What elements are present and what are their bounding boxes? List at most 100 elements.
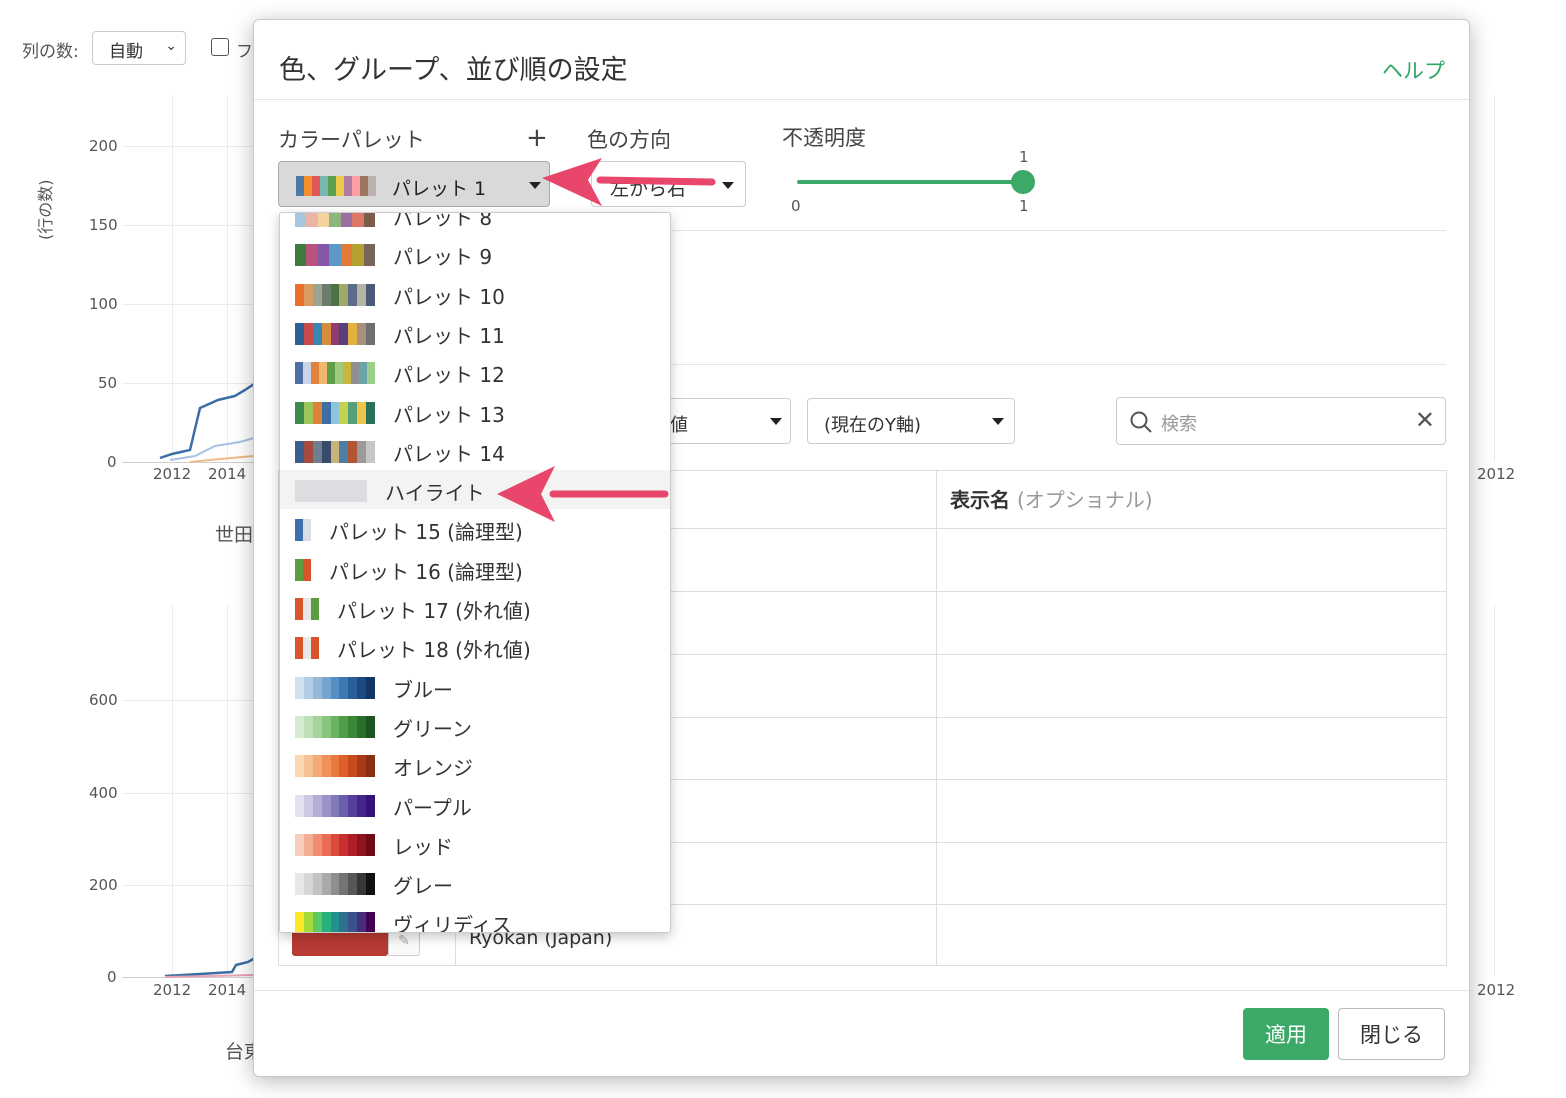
x-tick: 2014 — [208, 465, 247, 483]
grid-line — [122, 146, 254, 147]
close-button[interactable]: 閉じる — [1338, 1008, 1445, 1060]
swatch-color-block — [295, 213, 307, 227]
swatch-color-block — [363, 213, 375, 227]
palette-swatch — [295, 873, 375, 896]
palette-option[interactable]: パープル — [280, 785, 670, 824]
swatch-color-block — [295, 283, 304, 306]
palette-option[interactable]: グリーン — [280, 706, 670, 745]
facet-title: 世田 — [215, 524, 254, 546]
swatch-color-block — [319, 362, 327, 385]
swatch-color-block — [295, 912, 304, 932]
swatch-color-block — [303, 283, 313, 306]
palette-option[interactable]: パレット 16 (論理型) — [280, 549, 670, 588]
swatch-color-block — [339, 440, 349, 463]
swatch-color-block — [348, 912, 358, 932]
swatch-color-block — [357, 715, 366, 738]
palette-option[interactable]: グレー — [280, 863, 670, 902]
swatch-color-block — [303, 755, 313, 778]
palette-option-label: パレット 10 — [393, 284, 505, 309]
x-tick: 2014 — [208, 981, 247, 999]
swatch-color-block — [321, 794, 331, 817]
swatch-color-block — [348, 715, 358, 738]
grid-line — [122, 225, 254, 226]
swatch-color-block — [321, 676, 331, 699]
palette-option-label: パレット 8 — [393, 212, 493, 230]
swatch-color-block — [306, 244, 318, 267]
palette-swatch — [295, 912, 375, 932]
swatch-color-block — [312, 322, 322, 345]
swatch-color-block — [330, 283, 340, 306]
clear-search-icon[interactable]: ✕ — [1415, 406, 1435, 434]
palette-option[interactable]: パレット 17 (外れ値) — [280, 588, 670, 627]
palette-option-label: パープル — [393, 795, 472, 820]
palette-dropdown-list[interactable]: パレット 8 パレット 9 パレット 10 パレット 11 パレット 12 パレット 13… — [279, 212, 671, 933]
palette-option-label: グリーン — [393, 716, 472, 741]
swatch-color-block — [320, 176, 328, 196]
palette-swatch — [295, 322, 375, 345]
columns-select[interactable]: 自動 ⌄ — [92, 31, 186, 65]
sort-by-select[interactable]: 値 — [655, 398, 791, 444]
swatch-color-block — [312, 676, 322, 699]
swatch-color-block — [348, 440, 358, 463]
palette-swatch — [295, 362, 375, 385]
search-input[interactable]: 検索 — [1161, 410, 1197, 436]
palette-select[interactable]: パレット 1 — [278, 161, 550, 207]
axis-select[interactable]: (現在のY軸) — [807, 398, 1015, 444]
palette-option[interactable]: ヴィリディス — [280, 902, 670, 932]
swatch-color-block — [303, 715, 313, 738]
palette-option[interactable]: パレット 10 — [280, 274, 670, 313]
swatch-color-block — [357, 322, 366, 345]
grid-line — [1494, 95, 1495, 462]
palette-option[interactable]: オレンジ — [280, 745, 670, 784]
palette-option-label: オレンジ — [393, 756, 473, 781]
add-palette-button[interactable]: + — [526, 123, 548, 153]
swatch-color-block — [357, 794, 366, 817]
swatch-color-block — [348, 755, 358, 778]
palette-option[interactable]: パレット 18 (外れ値) — [280, 627, 670, 666]
swatch-color-block — [348, 794, 358, 817]
palette-swatch — [295, 794, 375, 817]
swatch-color-block — [357, 873, 366, 896]
swatch-color-block — [330, 755, 340, 778]
grid-line — [122, 304, 254, 305]
x-tick: 2012 — [1477, 981, 1516, 999]
grid-line — [122, 885, 254, 886]
table-divider — [936, 470, 937, 966]
axis-select-value: (現在のY軸) — [824, 415, 922, 436]
swatch-color-block — [357, 401, 366, 424]
apply-button[interactable]: 適用 — [1243, 1008, 1329, 1060]
caret-down-icon — [770, 418, 782, 425]
palette-option[interactable]: パレット 11 — [280, 313, 670, 352]
palette-option[interactable]: パレット 12 — [280, 352, 670, 391]
swatch-color-block — [321, 322, 331, 345]
opacity-slider-handle[interactable] — [1011, 170, 1035, 194]
swatch-color-block — [303, 833, 313, 856]
help-link[interactable]: ヘルプ — [1382, 55, 1445, 85]
x-tick: 2012 — [153, 465, 192, 483]
swatch-color-block — [303, 440, 313, 463]
swatch-color-block — [321, 715, 331, 738]
opacity-slider-track[interactable] — [797, 180, 1024, 184]
swatch-color-block — [295, 401, 304, 424]
y-tick: 100 — [89, 295, 118, 313]
palette-option[interactable]: ブルー — [280, 667, 670, 706]
grid-line — [172, 605, 173, 977]
swatch-color-block — [348, 676, 358, 699]
palette-option[interactable]: レッド — [280, 824, 670, 863]
palette-option-label: パレット 12 — [393, 363, 505, 388]
palette-option-label: パレット 9 — [393, 245, 493, 270]
palette-option[interactable]: パレット 9 — [280, 234, 670, 273]
swatch-color-block — [339, 715, 349, 738]
search-field[interactable]: 検索 ✕ — [1116, 397, 1446, 445]
palette-swatch — [295, 401, 375, 424]
palette-option[interactable]: パレット 8 — [280, 212, 670, 234]
option-checkbox[interactable] — [211, 38, 229, 56]
palette-option[interactable]: パレット 13 — [280, 392, 670, 431]
swatch-color-block — [303, 519, 311, 542]
x-tick: 2012 — [1477, 465, 1516, 483]
background-line-chart — [159, 382, 255, 463]
swatch-color-block — [321, 912, 331, 932]
swatch-color-block — [339, 794, 349, 817]
grid-line — [122, 793, 254, 794]
swatch-color-block — [312, 833, 322, 856]
